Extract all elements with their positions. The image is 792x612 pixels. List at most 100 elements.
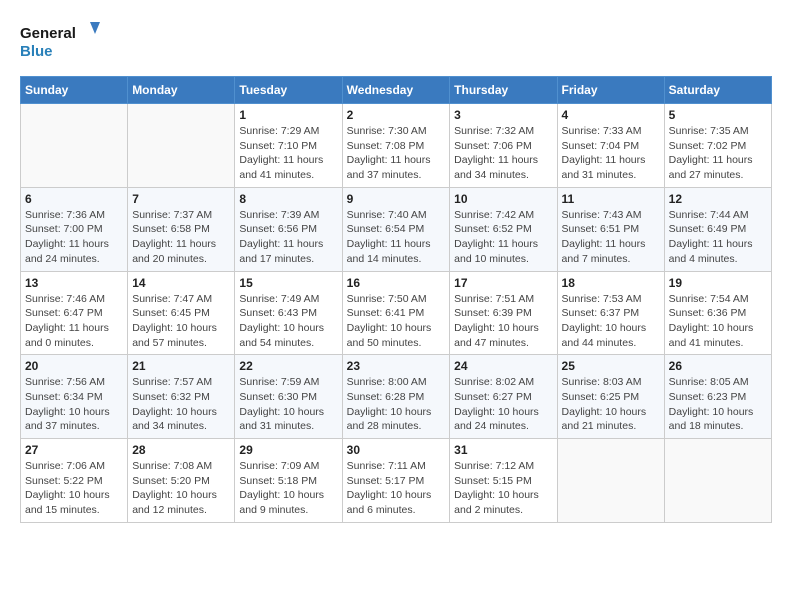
calendar-cell: 25 Sunrise: 8:03 AM Sunset: 6:25 PM Dayli… xyxy=(557,355,664,439)
calendar-body: 1 Sunrise: 7:29 AM Sunset: 7:10 PM Daylig… xyxy=(21,104,772,523)
calendar-cell: 27Sunrise: 7:06 AM Sunset: 5:22 PM Dayli… xyxy=(21,439,128,523)
calendar-cell xyxy=(21,104,128,188)
calendar-cell: 14 Sunrise: 7:47 AM Sunset: 6:45 PM Dayli… xyxy=(128,271,235,355)
day-info: Sunrise: 8:05 AM Sunset: 6:23 PM Dayligh… xyxy=(669,375,767,434)
calendar-cell: 24Sunrise: 8:02 AM Sunset: 6:27 PM Dayli… xyxy=(450,355,557,439)
day-number: 16 xyxy=(347,276,446,290)
day-number: 31 xyxy=(454,443,552,457)
day-number: 12 xyxy=(669,192,767,206)
day-number: 15 xyxy=(239,276,337,290)
day-number: 1 xyxy=(239,108,337,122)
day-info: Sunrise: 7:51 AM Sunset: 6:39 PM Dayligh… xyxy=(454,292,552,351)
day-info: Sunrise: 7:44 AM Sunset: 6:49 PM Dayligh… xyxy=(669,208,767,267)
calendar-cell: 28Sunrise: 7:08 AM Sunset: 5:20 PM Dayli… xyxy=(128,439,235,523)
day-number: 3 xyxy=(454,108,552,122)
day-number: 11 xyxy=(562,192,660,206)
calendar-cell: 21 Sunrise: 7:57 AM Sunset: 6:32 PM Dayli… xyxy=(128,355,235,439)
calendar-cell: 15 Sunrise: 7:49 AM Sunset: 6:43 PM Dayli… xyxy=(235,271,342,355)
calendar-cell: 29 Sunrise: 7:09 AM Sunset: 5:18 PM Dayli… xyxy=(235,439,342,523)
day-number: 7 xyxy=(132,192,230,206)
weekday-header-wednesday: Wednesday xyxy=(342,77,450,104)
day-info: Sunrise: 7:11 AM Sunset: 5:17 PM Dayligh… xyxy=(347,459,446,518)
calendar-cell: 8Sunrise: 7:39 AM Sunset: 6:56 PM Daylig… xyxy=(235,187,342,271)
weekday-header-friday: Friday xyxy=(557,77,664,104)
day-number: 30 xyxy=(347,443,446,457)
calendar-cell: 13 Sunrise: 7:46 AM Sunset: 6:47 PM Dayli… xyxy=(21,271,128,355)
weekday-header-tuesday: Tuesday xyxy=(235,77,342,104)
weekday-header-thursday: Thursday xyxy=(450,77,557,104)
day-number: 20 xyxy=(25,359,123,373)
day-number: 27 xyxy=(25,443,123,457)
weekday-header-sunday: Sunday xyxy=(21,77,128,104)
day-number: 21 xyxy=(132,359,230,373)
page-header: General Blue xyxy=(20,20,772,60)
day-info: Sunrise: 7:30 AM Sunset: 7:08 PM Dayligh… xyxy=(347,124,446,183)
day-info: Sunrise: 7:39 AM Sunset: 6:56 PM Dayligh… xyxy=(239,208,337,267)
day-info: Sunrise: 8:03 AM Sunset: 6:25 PM Dayligh… xyxy=(562,375,660,434)
calendar-cell: 30 Sunrise: 7:11 AM Sunset: 5:17 PM Dayli… xyxy=(342,439,450,523)
calendar-cell: 10 Sunrise: 7:42 AM Sunset: 6:52 PM Dayli… xyxy=(450,187,557,271)
day-info: Sunrise: 7:57 AM Sunset: 6:32 PM Dayligh… xyxy=(132,375,230,434)
day-info: Sunrise: 7:40 AM Sunset: 6:54 PM Dayligh… xyxy=(347,208,446,267)
calendar-cell: 3 Sunrise: 7:32 AM Sunset: 7:06 PM Daylig… xyxy=(450,104,557,188)
calendar-week-2: 6 Sunrise: 7:36 AM Sunset: 7:00 PM Daylig… xyxy=(21,187,772,271)
day-info: Sunrise: 7:42 AM Sunset: 6:52 PM Dayligh… xyxy=(454,208,552,267)
day-info: Sunrise: 8:00 AM Sunset: 6:28 PM Dayligh… xyxy=(347,375,446,434)
day-number: 10 xyxy=(454,192,552,206)
day-number: 28 xyxy=(132,443,230,457)
day-number: 6 xyxy=(25,192,123,206)
day-info: Sunrise: 7:47 AM Sunset: 6:45 PM Dayligh… xyxy=(132,292,230,351)
day-info: Sunrise: 7:36 AM Sunset: 7:00 PM Dayligh… xyxy=(25,208,123,267)
calendar-cell: 9 Sunrise: 7:40 AM Sunset: 6:54 PM Daylig… xyxy=(342,187,450,271)
calendar-cell: 19 Sunrise: 7:54 AM Sunset: 6:36 PM Dayli… xyxy=(664,271,771,355)
calendar-cell: 18Sunrise: 7:53 AM Sunset: 6:37 PM Dayli… xyxy=(557,271,664,355)
day-number: 25 xyxy=(562,359,660,373)
day-info: Sunrise: 7:09 AM Sunset: 5:18 PM Dayligh… xyxy=(239,459,337,518)
day-info: Sunrise: 7:53 AM Sunset: 6:37 PM Dayligh… xyxy=(562,292,660,351)
calendar-week-3: 13 Sunrise: 7:46 AM Sunset: 6:47 PM Dayli… xyxy=(21,271,772,355)
day-number: 19 xyxy=(669,276,767,290)
day-info: Sunrise: 7:33 AM Sunset: 7:04 PM Dayligh… xyxy=(562,124,660,183)
svg-text:General: General xyxy=(20,25,76,42)
calendar-cell: 20 Sunrise: 7:56 AM Sunset: 6:34 PM Dayli… xyxy=(21,355,128,439)
day-info: Sunrise: 7:54 AM Sunset: 6:36 PM Dayligh… xyxy=(669,292,767,351)
day-info: Sunrise: 8:02 AM Sunset: 6:27 PM Dayligh… xyxy=(454,375,552,434)
calendar-cell: 22 Sunrise: 7:59 AM Sunset: 6:30 PM Dayli… xyxy=(235,355,342,439)
calendar-cell: 5 Sunrise: 7:35 AM Sunset: 7:02 PM Daylig… xyxy=(664,104,771,188)
day-number: 5 xyxy=(669,108,767,122)
calendar-cell xyxy=(128,104,235,188)
day-number: 4 xyxy=(562,108,660,122)
day-number: 2 xyxy=(347,108,446,122)
calendar-cell: 31Sunrise: 7:12 AM Sunset: 5:15 PM Dayli… xyxy=(450,439,557,523)
weekday-row: SundayMondayTuesdayWednesdayThursdayFrid… xyxy=(21,77,772,104)
day-info: Sunrise: 7:46 AM Sunset: 6:47 PM Dayligh… xyxy=(25,292,123,351)
calendar-cell xyxy=(557,439,664,523)
day-info: Sunrise: 7:29 AM Sunset: 7:10 PM Dayligh… xyxy=(239,124,337,183)
day-info: Sunrise: 7:35 AM Sunset: 7:02 PM Dayligh… xyxy=(669,124,767,183)
day-info: Sunrise: 7:59 AM Sunset: 6:30 PM Dayligh… xyxy=(239,375,337,434)
calendar-cell: 23Sunrise: 8:00 AM Sunset: 6:28 PM Dayli… xyxy=(342,355,450,439)
calendar-cell: 11 Sunrise: 7:43 AM Sunset: 6:51 PM Dayli… xyxy=(557,187,664,271)
day-info: Sunrise: 7:32 AM Sunset: 7:06 PM Dayligh… xyxy=(454,124,552,183)
calendar-week-5: 27Sunrise: 7:06 AM Sunset: 5:22 PM Dayli… xyxy=(21,439,772,523)
day-info: Sunrise: 7:56 AM Sunset: 6:34 PM Dayligh… xyxy=(25,375,123,434)
day-info: Sunrise: 7:50 AM Sunset: 6:41 PM Dayligh… xyxy=(347,292,446,351)
logo: General Blue xyxy=(20,20,100,60)
day-number: 22 xyxy=(239,359,337,373)
day-info: Sunrise: 7:43 AM Sunset: 6:51 PM Dayligh… xyxy=(562,208,660,267)
day-number: 9 xyxy=(347,192,446,206)
weekday-header-monday: Monday xyxy=(128,77,235,104)
calendar-cell: 7Sunrise: 7:37 AM Sunset: 6:58 PM Daylig… xyxy=(128,187,235,271)
day-number: 13 xyxy=(25,276,123,290)
calendar-header: SundayMondayTuesdayWednesdayThursdayFrid… xyxy=(21,77,772,104)
calendar-table: SundayMondayTuesdayWednesdayThursdayFrid… xyxy=(20,76,772,523)
day-number: 17 xyxy=(454,276,552,290)
day-info: Sunrise: 7:49 AM Sunset: 6:43 PM Dayligh… xyxy=(239,292,337,351)
calendar-cell: 12 Sunrise: 7:44 AM Sunset: 6:49 PM Dayli… xyxy=(664,187,771,271)
day-number: 29 xyxy=(239,443,337,457)
calendar-week-4: 20 Sunrise: 7:56 AM Sunset: 6:34 PM Dayli… xyxy=(21,355,772,439)
calendar-cell: 6 Sunrise: 7:36 AM Sunset: 7:00 PM Daylig… xyxy=(21,187,128,271)
calendar-cell: 26Sunrise: 8:05 AM Sunset: 6:23 PM Dayli… xyxy=(664,355,771,439)
day-number: 14 xyxy=(132,276,230,290)
calendar-week-1: 1 Sunrise: 7:29 AM Sunset: 7:10 PM Daylig… xyxy=(21,104,772,188)
